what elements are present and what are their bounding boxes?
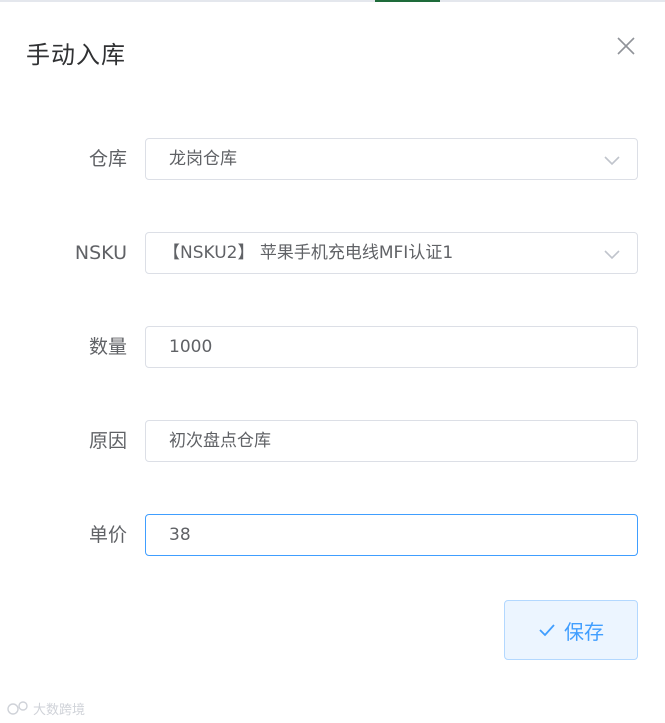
manual-inbound-dialog: 手动入库 仓库 龙岗仓库 NSKU 【NSKU2】 苹果手机充电线MFI认证1 … xyxy=(0,2,665,723)
quantity-label: 数量 xyxy=(88,336,127,358)
save-button[interactable]: 保存 xyxy=(504,600,638,660)
quantity-value: 1000 xyxy=(169,337,213,357)
reason-input[interactable]: 初次盘点仓库 xyxy=(145,420,638,462)
dialog-title: 手动入库 xyxy=(26,41,126,69)
close-icon xyxy=(617,37,635,55)
form-row-nsku: NSKU 【NSKU2】 苹果手机充电线MFI认证1 xyxy=(0,232,665,276)
nsku-label: NSKU xyxy=(74,242,127,264)
form-row-reason: 原因 初次盘点仓库 xyxy=(0,420,665,464)
form-row-quantity: 数量 1000 xyxy=(0,326,665,370)
chevron-down-icon xyxy=(604,250,620,260)
chevron-down-icon xyxy=(604,156,620,166)
quantity-input[interactable]: 1000 xyxy=(145,326,638,368)
watermark-text: 大数跨境 xyxy=(33,702,86,718)
reason-value: 初次盘点仓库 xyxy=(169,431,271,451)
warehouse-value: 龙岗仓库 xyxy=(169,149,237,169)
warehouse-label: 仓库 xyxy=(88,148,127,170)
form-row-unit-price: 单价 38 xyxy=(0,514,665,558)
unit-price-value: 38 xyxy=(169,525,191,545)
save-button-label: 保存 xyxy=(564,619,604,644)
reason-label: 原因 xyxy=(88,430,127,452)
unit-price-input[interactable]: 38 xyxy=(145,514,638,556)
watermark-logo-icon xyxy=(7,701,28,715)
watermark: 大数跨境 xyxy=(6,699,86,718)
close-button[interactable] xyxy=(613,33,639,59)
nsku-value: 【NSKU2】 苹果手机充电线MFI认证1 xyxy=(163,243,454,263)
form-row-warehouse: 仓库 龙岗仓库 xyxy=(0,138,665,182)
warehouse-select[interactable]: 龙岗仓库 xyxy=(145,138,638,180)
check-icon xyxy=(539,624,555,637)
unit-price-label: 单价 xyxy=(88,524,127,546)
nsku-select[interactable]: 【NSKU2】 苹果手机充电线MFI认证1 xyxy=(145,232,638,274)
